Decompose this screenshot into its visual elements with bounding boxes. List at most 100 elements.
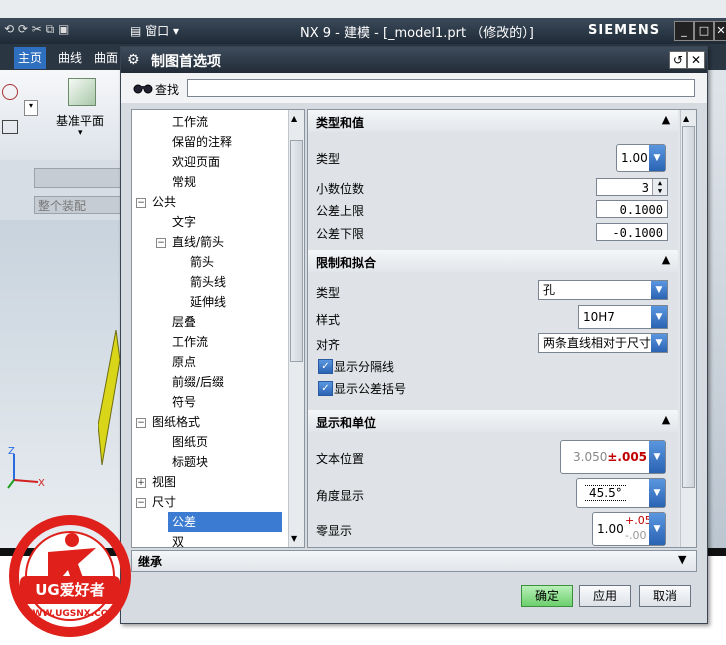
tab-curve[interactable]: 曲线 [54, 47, 86, 69]
section-limits-fits-header[interactable]: 限制和拟合 ▲ [308, 250, 678, 273]
show-separator-checkbox[interactable]: ✓ [318, 359, 333, 374]
collapse-icon[interactable]: − [136, 418, 146, 428]
settings-scrollbar-thumb[interactable] [682, 126, 695, 488]
ugsnx-watermark-logo: UG爱好者 WWW.UGSNX.COM [9, 515, 131, 637]
chevron-down-icon: ▼ [651, 281, 667, 299]
tree-item-label: 层叠 [172, 315, 197, 329]
assembly-scope-field[interactable]: 整个装配 [34, 196, 130, 214]
window-menu[interactable]: ▤ 窗口 ▾ [130, 22, 179, 39]
decimals-spinner[interactable]: 3 ▲ ▼ [596, 178, 668, 196]
minimize-button[interactable]: _ [674, 21, 694, 41]
sketch-icon[interactable] [2, 84, 18, 100]
tree-item[interactable]: 视图 [152, 472, 176, 492]
tab-home[interactable]: 主页 [14, 47, 47, 69]
tree-item[interactable]: 图纸页 [172, 432, 208, 452]
tree-item-label: 欢迎页面 [172, 155, 221, 169]
nx-window-title: NX 9 - 建模 - [_model1.prt （修改的）] [300, 26, 534, 41]
window-close-button[interactable]: ✕ [714, 21, 726, 41]
chevron-up-icon[interactable]: ▲ [658, 252, 674, 268]
dropdown-toggle[interactable]: ▾ [24, 100, 38, 116]
scroll-down-arrow[interactable]: ▼ [291, 534, 297, 543]
show-separator-label: 显示分隔线 [334, 360, 395, 374]
zero-display-label: 零显示 [316, 524, 353, 538]
collapse-icon[interactable]: − [156, 238, 166, 248]
text-position-dropdown[interactable]: 3.050±.005 ▼ [560, 440, 666, 474]
tree-item[interactable]: 保留的注释 [172, 132, 232, 152]
cancel-button[interactable]: 取消 [639, 585, 691, 607]
rectangle-icon[interactable] [2, 120, 18, 134]
fit-type-dropdown[interactable]: 孔 ▼ [538, 280, 668, 300]
show-bracket-checkbox[interactable]: ✓ [318, 381, 333, 396]
chevron-down-icon[interactable]: ▾ [78, 128, 83, 138]
expand-icon[interactable]: + [136, 478, 146, 488]
collapse-icon[interactable]: − [136, 198, 146, 208]
scroll-up-arrow[interactable]: ▲ [683, 114, 689, 123]
svg-text:X: X [38, 478, 45, 489]
tree-item[interactable]: 图纸格式 [152, 412, 200, 432]
tree-item-label: 直线/箭头 [172, 235, 225, 249]
tree-item[interactable]: 直线/箭头 [172, 232, 224, 252]
tree-item[interactable]: 文字 [172, 212, 196, 232]
section-limits-fits-body: 类型 孔 ▼ 样式 10H7 ▼ 对齐 两条直线相对于尺寸 ▼ ✓ 显示分隔线 ✓ 显… [308, 272, 678, 410]
tree-item[interactable]: 延伸线 [190, 292, 226, 312]
quick-access-icons[interactable]: ⟲ ⟳ ✂ ⧉ ▣ [4, 22, 69, 37]
datum-plane-button[interactable]: 基准平面 [56, 112, 104, 129]
style-label: 样式 [316, 313, 341, 327]
tree-item[interactable]: 符号 [172, 392, 196, 412]
section-type-value-header[interactable]: 类型和值 ▲ [308, 110, 678, 133]
upper-tol-input[interactable]: 0.1000 [596, 200, 668, 218]
tree-item-label: 常规 [172, 175, 197, 189]
dialog-title: 制图首选项 [151, 54, 221, 70]
chevron-up-icon[interactable]: ▲ [658, 412, 674, 428]
ok-button[interactable]: 确定 [521, 585, 573, 607]
tree-item[interactable]: 箭头 [190, 252, 214, 272]
ribbon-panel: ▾ 基准平面 ▾ [0, 70, 130, 161]
tree-item[interactable]: 前缀/后缀 [172, 372, 224, 392]
settings-panel: 类型和值 ▲ 类型 1.00 ▼ 小数位数 3 ▲ ▼ 公差上限 0.1000 公差下… [307, 109, 697, 548]
tree-item[interactable]: 工作流 [172, 332, 208, 352]
tab-surface[interactable]: 曲面 [90, 47, 122, 69]
inherit-section-header[interactable]: 继承 ▼ [131, 550, 697, 572]
chevron-up-icon[interactable]: ▲ [658, 112, 674, 128]
type-dropdown[interactable]: 1.00 ▼ [616, 144, 666, 172]
tree-item-label: 图纸页 [172, 435, 209, 449]
tree-item-label: 前缀/后缀 [172, 375, 225, 389]
tree-item[interactable]: 原点 [172, 352, 196, 372]
datum-plane-shape [98, 330, 120, 465]
tree-item[interactable]: 标题块 [172, 452, 208, 472]
angle-display-dropdown[interactable]: 45.5° ▼ [576, 478, 666, 508]
tree-item[interactable]: 欢迎页面 [172, 152, 220, 172]
tree-item[interactable]: 常规 [172, 172, 196, 192]
tree-item-label: 箭头 [190, 255, 215, 269]
type-label: 类型 [316, 152, 341, 166]
close-button[interactable]: ✕ [687, 51, 705, 69]
top-toolbar-strip [0, 0, 726, 18]
tree-item-label: 图纸格式 [152, 415, 201, 429]
collapse-icon[interactable]: − [136, 498, 146, 508]
preferences-tree[interactable]: 工作流 保留的注释 欢迎页面 常规 公共 − 文字 直线/箭头 − 箭头 箭头线 延伸线 层叠 工作流 原点… [131, 109, 305, 548]
tree-item[interactable]: 尺寸 [152, 492, 176, 512]
tree-scrollbar-thumb[interactable] [290, 140, 303, 362]
section-title: 限制和拟合 [316, 256, 377, 270]
reset-button[interactable]: ↺ [669, 51, 687, 69]
tree-item-label: 公共 [152, 195, 177, 209]
tree-item[interactable]: 双 [172, 532, 184, 547]
tree-item[interactable]: 箭头线 [190, 272, 226, 292]
section-display-units-header[interactable]: 显示和单位 ▲ [308, 410, 678, 433]
maximize-button[interactable]: □ [694, 21, 714, 41]
chevron-down-icon[interactable]: ▼ [678, 553, 686, 566]
tree-item[interactable]: 工作流 [172, 112, 208, 132]
style-dropdown[interactable]: 10H7 ▼ [578, 305, 668, 329]
zero-display-dropdown[interactable]: 1.00 +.05 -.00 ▼ [592, 512, 666, 546]
lower-tol-input[interactable]: -0.1000 [596, 223, 668, 241]
scroll-up-arrow[interactable]: ▲ [291, 114, 297, 123]
spinner-arrows-icon[interactable]: ▲ ▼ [652, 179, 667, 195]
align-dropdown[interactable]: 两条直线相对于尺寸 ▼ [538, 333, 668, 353]
tree-item[interactable]: 层叠 [172, 312, 196, 332]
tree-item[interactable]: 公共 [152, 192, 176, 212]
filter-field[interactable] [34, 168, 132, 188]
chevron-down-icon: ▼ [649, 441, 665, 473]
find-input[interactable] [187, 79, 695, 97]
tree-item[interactable]: 公差 [168, 512, 282, 532]
apply-button[interactable]: 应用 [579, 585, 631, 607]
